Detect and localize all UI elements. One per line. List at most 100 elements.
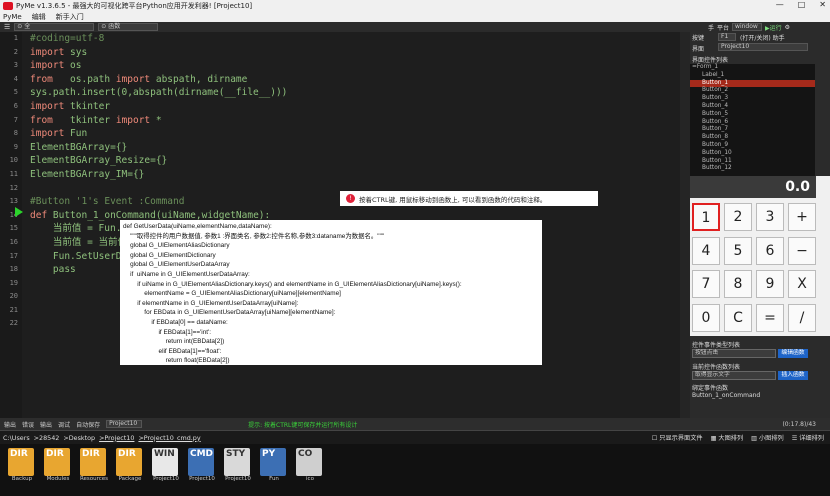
maximize-button[interactable]: □ <box>798 0 806 9</box>
control-list-item[interactable]: Button_6 <box>690 119 815 127</box>
code-token: os <box>64 60 82 72</box>
control-list-item[interactable]: Label_1 <box>690 72 815 80</box>
path-segment-current[interactable]: >Project10_cmd.py <box>138 434 200 442</box>
platform-select[interactable]: window <box>732 23 763 31</box>
hand-tool-button[interactable]: 手 <box>708 23 714 32</box>
code-line[interactable]: import Fun <box>30 127 287 141</box>
insert-function-button[interactable]: 插入函数 <box>778 371 808 380</box>
edit-function-button[interactable]: 编辑函数 <box>778 349 808 358</box>
file-item[interactable]: DIR Backup <box>6 448 38 484</box>
code-token: 当前值 = Fun.G <box>30 223 128 235</box>
file-item[interactable]: DIR Package <box>114 448 146 484</box>
code-line[interactable]: #Button '1's Event :Command <box>30 195 287 209</box>
control-list-item[interactable]: Button_11 <box>690 158 815 166</box>
file-item[interactable]: DIR Modules <box>42 448 74 484</box>
code-token: Fun <box>64 128 88 140</box>
code-line[interactable]: import tkinter <box>30 100 287 114</box>
file-item[interactable]: CMD Project10 <box>186 448 218 484</box>
code-token: sys <box>64 46 88 58</box>
control-list-item[interactable]: Button_5 <box>690 111 815 119</box>
code-token: ElementBGArray_IM={} <box>30 168 145 180</box>
status-tab-errors[interactable]: 错误 <box>22 420 34 429</box>
status-bar: 输出 错误 输出 调试 自动保存 Project10 提示: 按着CTRL键可保… <box>0 418 830 430</box>
calc-button[interactable]: + <box>788 203 816 231</box>
calc-button[interactable]: 6 <box>756 236 784 265</box>
settings-icon[interactable]: ⚙ <box>785 24 790 31</box>
only-ui-files-checkbox[interactable]: ☐ 只显示界面文件 <box>652 433 703 442</box>
control-list-item[interactable]: Button_8 <box>690 134 815 142</box>
calc-button[interactable]: 2 <box>724 203 752 231</box>
calc-button[interactable]: 7 <box>692 270 720 298</box>
file-item[interactable]: PY Fun <box>258 448 290 484</box>
calc-button[interactable]: − <box>788 236 816 265</box>
path-segment[interactable]: C:\Users <box>3 434 30 442</box>
file-item[interactable]: CO ico <box>294 448 326 484</box>
code-line[interactable] <box>30 182 287 196</box>
calc-button[interactable]: 1 <box>692 203 720 231</box>
control-list-item[interactable]: Button_4 <box>690 103 815 111</box>
details-option[interactable]: ☰ 详细排列 <box>792 433 824 442</box>
status-tab-debug[interactable]: 调试 <box>58 420 70 429</box>
control-list-item[interactable]: Button_9 <box>690 142 815 150</box>
control-list-item[interactable]: =Form_1 <box>690 64 815 72</box>
control-list-item[interactable]: Button_12 <box>690 165 815 173</box>
function-list-select[interactable]: 取得显示文字 <box>692 371 776 380</box>
code-line[interactable]: import sys <box>30 46 287 60</box>
path-segment[interactable]: >28542 <box>34 434 60 442</box>
path-segment[interactable]: >Desktop <box>63 434 95 442</box>
calc-button[interactable]: 0 <box>692 303 720 332</box>
calc-button[interactable]: = <box>756 303 784 332</box>
minimize-button[interactable]: — <box>776 0 784 9</box>
code-token: def <box>30 209 48 221</box>
file-item[interactable]: STY Project10 <box>222 448 254 484</box>
code-line[interactable]: sys.path.insert(0,abspath(dirname(__file… <box>30 86 287 100</box>
code-line[interactable]: ElementBGArray_Resize={} <box>30 154 287 168</box>
status-tab-output-2[interactable]: 输出 <box>40 420 52 429</box>
menu-item-edit[interactable]: 编辑 <box>32 12 46 22</box>
code-token: import <box>115 114 151 126</box>
file-item[interactable]: WIN Project10 <box>150 448 182 484</box>
control-list[interactable]: =Form_1 Label_1 Button_1 Button_2 Button_3 Bu… <box>690 64 815 176</box>
calc-button[interactable]: 9 <box>756 270 784 298</box>
calc-button[interactable]: / <box>788 303 816 332</box>
file-name: Package <box>114 476 146 482</box>
large-icons-option[interactable]: ▦ 大图排列 <box>711 433 744 442</box>
calc-button[interactable]: 3 <box>756 203 784 231</box>
editor-scrollbar[interactable] <box>680 32 690 418</box>
menu-bar: PyMe 编辑 新手入门 <box>0 12 830 22</box>
code-line[interactable]: import os <box>30 59 287 73</box>
file-item[interactable]: DIR Resources <box>78 448 110 484</box>
code-line[interactable]: ElementBGArray_IM={} <box>30 168 287 182</box>
path-segment[interactable]: >Project10 <box>99 434 134 442</box>
status-tab-output[interactable]: 输出 <box>4 420 16 429</box>
menu-item-pyme[interactable]: PyMe <box>3 13 22 21</box>
control-list-item[interactable]: Button_2 <box>690 87 815 95</box>
code-line[interactable]: #coding=utf-8 <box>30 32 287 46</box>
event-type-select[interactable]: 按钮点击 <box>692 349 776 358</box>
control-list-item[interactable]: Button_10 <box>690 150 815 158</box>
code-line[interactable]: ElementBGArray={} <box>30 141 287 155</box>
shortcut-select[interactable]: F1 <box>718 33 736 41</box>
ui-select[interactable]: Project10 <box>718 43 808 51</box>
control-list-item[interactable]: Button_1 <box>690 79 815 88</box>
calc-button[interactable]: C <box>724 303 752 332</box>
code-line[interactable]: from tkinter import * <box>30 114 287 128</box>
calc-button[interactable]: 4 <box>692 236 720 265</box>
scope-select[interactable]: ⊙ 全 <box>14 23 95 31</box>
run-button[interactable]: ▶运行 <box>765 23 782 32</box>
close-button[interactable]: ✕ <box>819 0 826 9</box>
bound-event-value[interactable]: Button_1_onCommand <box>692 392 760 399</box>
code-line[interactable]: from os.path import abspath, dirname <box>30 73 287 87</box>
control-list-item[interactable]: Button_3 <box>690 95 815 103</box>
control-list-item[interactable]: Button_7 <box>690 126 815 134</box>
cursor-position: (0:17.8)/43 <box>782 420 816 428</box>
toolbar-menu-icon[interactable]: ☰ <box>4 23 10 31</box>
project-select[interactable]: Project10 <box>106 420 143 428</box>
shortcut-hint: (打开/关闭) 助手 <box>740 35 785 42</box>
calc-button[interactable]: 5 <box>724 236 752 265</box>
function-select[interactable]: ⊙ 函数 <box>98 23 159 31</box>
calc-button[interactable]: 8 <box>724 270 752 298</box>
menu-item-tutorial[interactable]: 新手入门 <box>56 12 84 22</box>
calc-button[interactable]: X <box>788 270 816 298</box>
small-icons-option[interactable]: ▥ 小图排列 <box>751 433 784 442</box>
